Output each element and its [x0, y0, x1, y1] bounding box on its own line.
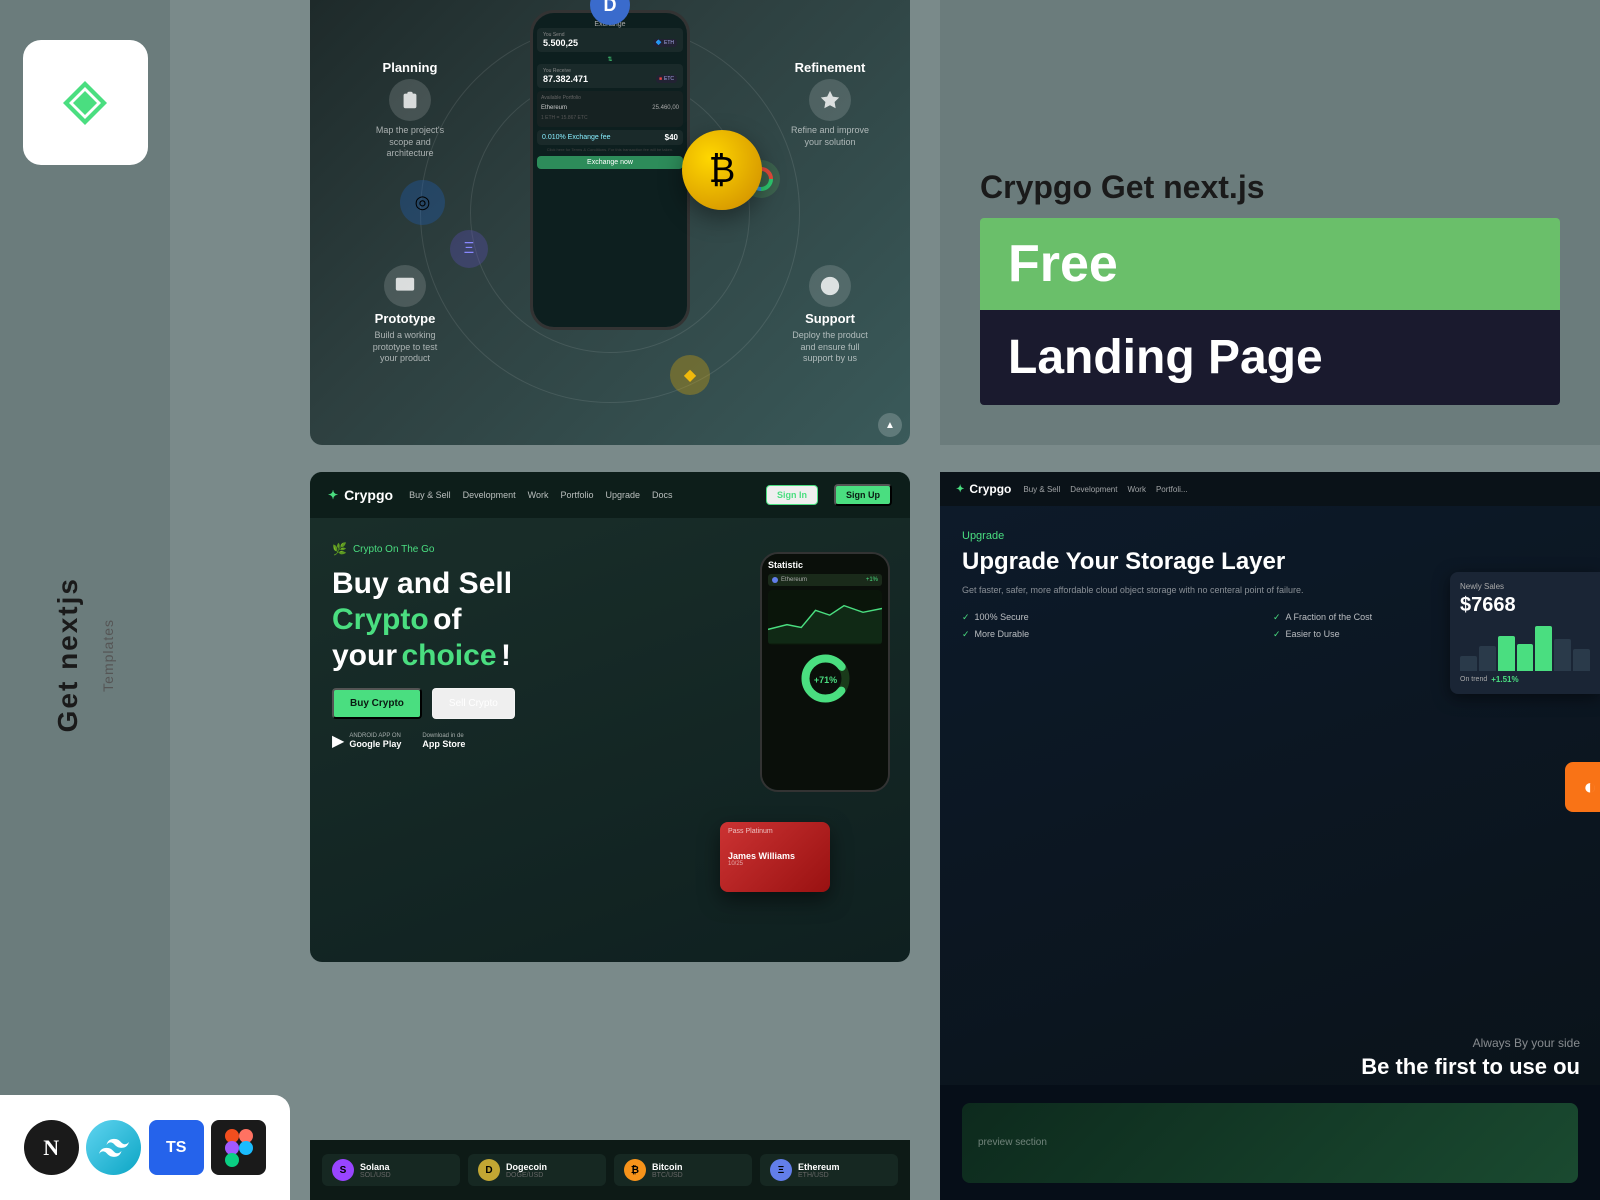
right-info-panel: Crypgo Get next.js Free Landing Page	[940, 0, 1600, 445]
sidebar: Get nextjs Templates	[0, 0, 170, 1200]
sidebar-main-text: Get nextjs	[54, 577, 82, 732]
ripple-coin-icon: ◎	[400, 180, 445, 225]
bitcoin-icon: ₿	[624, 1159, 646, 1181]
app-store-badge[interactable]: Download in de App Store	[417, 731, 465, 751]
signup-button[interactable]: Sign Up	[834, 484, 892, 506]
main-content: D Planning Map the project's scope and a…	[170, 0, 1600, 1200]
bottom-right-preview: ✦ Crypgo Buy & Sell Development Work Por…	[940, 472, 1600, 1200]
eth-coin-icon: Ξ	[450, 230, 488, 268]
sell-crypto-button[interactable]: Sell Crypto	[432, 688, 515, 719]
platinum-card: Pass Platinum James Williams 10/25	[720, 822, 830, 892]
orbit-prototype: Prototype Build a working prototype to t…	[365, 265, 445, 365]
phone-mockup: Exchange You Send 5.500,25 🔷ETH ⇅ You Re…	[530, 10, 690, 330]
preview-nav: ✦ Crypgo Buy & Sell Development Work Por…	[310, 472, 910, 518]
logo-box	[23, 40, 148, 165]
ticker-ethereum: Ξ Ethereum ETH/USD	[760, 1154, 898, 1186]
free-label-box: Free	[980, 218, 1560, 310]
orbit-support: Support Deploy the product and ensure fu…	[790, 265, 870, 365]
google-play-badge[interactable]: ▶ ANDROID APP ON Google Play	[332, 731, 401, 751]
br-nav-logo: ✦ Crypgo	[956, 482, 1011, 496]
tailwind-icon	[86, 1120, 141, 1175]
ticker-solana: S Solana SOL/USD	[322, 1154, 460, 1186]
landing-label-box: Landing Page	[980, 310, 1560, 405]
nav-items: Buy & Sell Development Work Portfolio Up…	[409, 490, 750, 500]
nextjs-icon: N	[24, 1120, 79, 1175]
feature-secure: ✓ 100% Secure	[962, 612, 1267, 623]
upgrade-label: Upgrade	[962, 530, 1578, 542]
bottom-left-preview: ✦ Crypgo Buy & Sell Development Work Por…	[310, 472, 910, 962]
google-play-icon: ▶	[332, 731, 344, 751]
ticker-bitcoin: ₿ Bitcoin BTC/USD	[614, 1154, 752, 1186]
sidebar-sub-text: Templates	[100, 619, 116, 692]
ticker-dogecoin: D Dogecoin DOGE/USD	[468, 1154, 606, 1186]
dogecoin-icon: D	[478, 1159, 500, 1181]
always-by-side-text: Always By your side Be the first to use …	[1361, 1036, 1580, 1080]
ethereum-icon: Ξ	[770, 1159, 792, 1181]
br-nav: ✦ Crypgo Buy & Sell Development Work Por…	[940, 472, 1600, 506]
be-first-text: Be the first to use ou	[1361, 1054, 1580, 1080]
orbit-planning: Planning Map the project's scope and arc…	[370, 60, 450, 160]
orbit-refinement: Refinement Refine and improve your solut…	[790, 60, 870, 148]
solana-icon: S	[332, 1159, 354, 1181]
sidebar-text-area: Get nextjs Templates	[54, 225, 116, 1085]
price-widget: Newly Sales $7668 On trend +1.51%	[1450, 572, 1600, 694]
svg-text:+71%: +71%	[813, 675, 836, 685]
bitcoin-coin-icon: ₿	[682, 130, 762, 210]
binance-coin-icon: ◆	[670, 355, 710, 395]
crypgo-title: Crypgo Get next.js	[980, 169, 1560, 206]
feature-durable: ✓ More Durable	[962, 629, 1267, 640]
free-text: Free	[1008, 235, 1118, 293]
crypto-ticker-row: S Solana SOL/USD D Dogecoin DOGE/USD ₿ B…	[310, 1140, 910, 1200]
br-bottom-thumb: preview section	[940, 1085, 1600, 1200]
scroll-up-icon[interactable]: ▲	[878, 413, 902, 437]
phone-hand-area: Statistic Ethereum +1%	[670, 532, 910, 952]
signin-button[interactable]: Sign In	[766, 485, 818, 505]
nav-logo: ✦ Crypgo	[328, 487, 393, 503]
diamond-logo-icon	[55, 73, 115, 133]
orange-widget: ◐	[1565, 762, 1600, 812]
top-preview-card: D Planning Map the project's scope and a…	[310, 0, 910, 445]
landing-text: Landing Page	[1008, 331, 1323, 384]
buy-crypto-button[interactable]: Buy Crypto	[332, 688, 422, 719]
